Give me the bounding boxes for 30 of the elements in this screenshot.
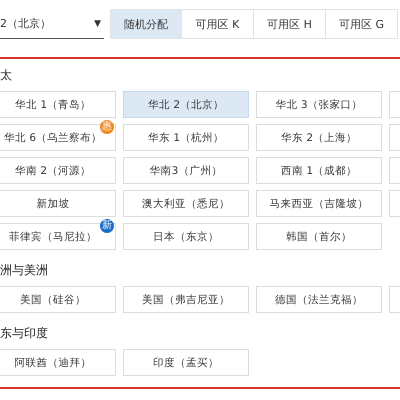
region-option[interactable]: 华南 2（河源） — [0, 157, 116, 184]
region-option[interactable]: 日本（东京） — [123, 223, 249, 250]
region-option[interactable]: 华东 1（杭州） — [123, 124, 249, 151]
zone-tab[interactable]: 可用区 H — [254, 9, 326, 39]
dropdown-arrow-icon: ▼ — [94, 18, 101, 28]
region-option[interactable]: 马来西亚（吉隆坡） — [256, 190, 382, 217]
zone-tab[interactable]: 可用区 K — [182, 9, 254, 39]
region-option[interactable]: 德国（法兰克福） — [256, 286, 382, 313]
region-option[interactable]: 韩国（首尔） — [256, 223, 382, 250]
region-option[interactable]: 阿联酋（迪拜） — [0, 349, 116, 376]
select-value: 2（北京） — [0, 16, 51, 31]
region-option[interactable]: 华北 1（青岛） — [0, 91, 116, 118]
region-option[interactable]: 美国（弗吉尼亚） — [123, 286, 249, 313]
zone-tab[interactable]: 可用区 G — [326, 9, 398, 39]
region-option[interactable]: 华北 3（张家口） — [256, 91, 382, 118]
region-option[interactable]: 华北 2（北京） — [123, 91, 249, 118]
region-option[interactable]: 新加坡 — [0, 190, 116, 217]
section-heading: 洲与美洲 — [0, 262, 49, 278]
region-badge: 新 — [100, 219, 114, 233]
region-badge: 惠 — [100, 120, 114, 134]
zone-tab[interactable]: 随机分配 — [110, 9, 182, 39]
region-select[interactable]: 2（北京） ▼ — [0, 10, 104, 38]
region-option[interactable]: 澳大利亚（悉尼） — [123, 190, 249, 217]
section-heading: 太 — [0, 67, 13, 83]
section-heading: 东与印度 — [0, 325, 49, 341]
region-option[interactable]: 美国（硅谷） — [0, 286, 116, 313]
region-option[interactable]: 华南3（广州） — [123, 157, 249, 184]
region-option[interactable]: 印度（孟买） — [123, 349, 249, 376]
region-option[interactable]: 华东 2（上海） — [256, 124, 382, 151]
region-option[interactable]: 西南 1（成都） — [256, 157, 382, 184]
